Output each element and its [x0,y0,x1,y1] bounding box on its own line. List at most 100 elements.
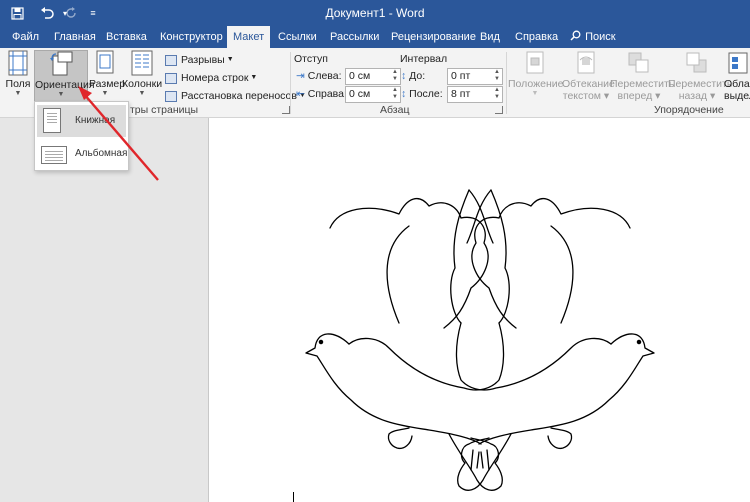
tab-file[interactable]: Файл [12,26,39,48]
chevron-down-icon: ▼ [57,91,65,98]
size-button[interactable]: Размер ▼ [89,50,126,102]
breaks-button[interactable]: Разрывы ▼ [165,51,234,69]
title-bar: ▾ ≡ Документ1 - Word [0,0,750,26]
group-divider [506,52,507,114]
tab-view[interactable]: Вид [480,26,500,48]
ribbon-tabs: Файл Главная Вставка Конструктор Макет С… [0,26,750,48]
indent-right-label: ⇤ Справа: [296,88,347,100]
hyphenation-icon [165,90,177,102]
landscape-thumbnail-icon [41,146,67,164]
position-button[interactable]: Положение ▼ [508,50,564,102]
tab-insert[interactable]: Вставка [106,26,147,48]
spacing-after-icon: ↕ [401,88,407,100]
send-backward-label: Переместить назад ▾ [668,78,733,102]
paragraph-launcher-icon[interactable] [495,106,503,114]
orientation-landscape-item[interactable]: Альбомная [37,138,128,170]
tab-help[interactable]: Справка [515,26,558,48]
columns-icon [129,50,155,76]
page-setup-launcher-icon[interactable] [282,106,290,114]
indent-right-text: Справа: [307,88,347,100]
chevron-down-icon: ▼ [531,90,539,97]
chevron-down-icon: ▼ [250,74,258,81]
spacing-after-text: После: [409,88,443,100]
wrap-text-label: Обтекание текстом ▾ [562,78,615,102]
send-backward-button[interactable]: Переместить назад ▾ [668,50,733,102]
orientation-menu: Книжная Альбомная [34,101,129,171]
spin-arrows-icon[interactable]: ▲ ▼ [494,69,500,83]
search-label: Поиск [585,31,616,43]
doves-drawing [305,189,655,491]
selection-pane-icon [726,50,750,76]
size-icon [92,50,118,76]
tab-review[interactable]: Рецензирование [391,26,476,48]
wrap-text-icon [573,50,599,76]
spacing-after-input[interactable]: 8 пт ▲ ▼ [447,86,503,103]
indent-left-text: Слева: [307,70,342,82]
position-label: Положение [508,78,564,90]
spacing-before-value: 0 пт [451,70,471,82]
indent-right-value: 0 см [349,88,371,100]
position-icon [522,50,548,76]
wrap-text-button[interactable]: Обтекание текстом ▾ [562,50,615,102]
landscape-label: Альбомная [75,148,128,159]
bring-forward-icon [626,50,652,76]
hyphenation-label: Расстановка переносов [181,90,297,102]
orientation-button[interactable]: Ориентация ▼ [34,50,95,102]
indent-right-input[interactable]: 0 см ▲ ▼ [345,86,401,103]
search-box[interactable]: Поиск [570,26,616,48]
selection-pane-label: Облавыдел [724,78,750,102]
chevron-down-icon: ▼ [138,90,146,97]
orientation-portrait-item[interactable]: Книжная [37,105,126,137]
paragraph-group-label: Абзац [380,104,410,116]
indent-left-value: 0 см [349,70,371,82]
indent-right-icon: ⇤ [296,88,305,100]
tab-home[interactable]: Главная [54,26,96,48]
hyphenation-button[interactable]: Расстановка переносов ▼ [165,87,306,105]
orientation-icon [48,51,74,77]
portrait-thumbnail-icon [43,108,61,133]
bring-forward-label: Переместить вперед ▾ [610,78,675,102]
chevron-down-icon: ▼ [101,90,109,97]
selection-pane-button[interactable]: Облавыдел [724,50,750,102]
arrange-group-label: Упорядочение [654,104,724,116]
page-setup-group-label: тры страницы [130,104,199,116]
spacing-before-text: До: [409,70,426,82]
tab-layout[interactable]: Макет [227,26,271,48]
group-divider [290,52,291,114]
text-cursor [293,492,294,502]
line-numbers-icon [165,72,177,84]
indent-left-input[interactable]: 0 см ▲ ▼ [345,68,401,85]
document-workspace [0,118,750,502]
tab-design[interactable]: Конструктор [160,26,223,48]
tab-references[interactable]: Ссылки [278,26,317,48]
indent-left-icon: ⇥ [296,70,305,82]
spacing-heading: Интервал [400,53,448,65]
document-page[interactable] [208,118,750,502]
columns-label: Колонки [122,78,163,90]
window-title: Документ1 - Word [325,6,425,20]
breaks-label: Разрывы [181,54,225,66]
tab-mailings[interactable]: Рассылки [330,26,379,48]
margins-label: Поля [5,78,31,90]
spacing-before-input[interactable]: 0 пт ▲ ▼ [447,68,503,85]
spin-arrows-icon[interactable]: ▲ ▼ [392,69,398,83]
margins-button[interactable]: Поля ▼ [3,50,33,102]
bring-forward-button[interactable]: Переместить вперед ▾ [610,50,675,102]
portrait-label: Книжная [75,115,116,126]
breaks-icon [165,54,177,66]
size-label: Размер [89,78,126,90]
spin-arrows-icon[interactable]: ▲ ▼ [392,87,398,101]
indent-heading: Отступ [294,53,328,65]
send-backward-icon [684,50,710,76]
indent-left-label: ⇥ Слева: [296,70,342,82]
line-numbers-button[interactable]: Номера строк ▼ [165,69,257,87]
search-icon [570,26,582,48]
spacing-after-label: ↕ После: [401,88,443,100]
spin-arrows-icon[interactable]: ▲ ▼ [494,87,500,101]
margins-icon [5,50,31,76]
chevron-down-icon: ▼ [226,56,234,63]
chevron-down-icon: ▼ [14,90,22,97]
columns-button[interactable]: Колонки ▼ [122,50,162,102]
spacing-before-icon: ↕ [401,70,407,82]
spacing-before-label: ↕ До: [401,70,425,82]
